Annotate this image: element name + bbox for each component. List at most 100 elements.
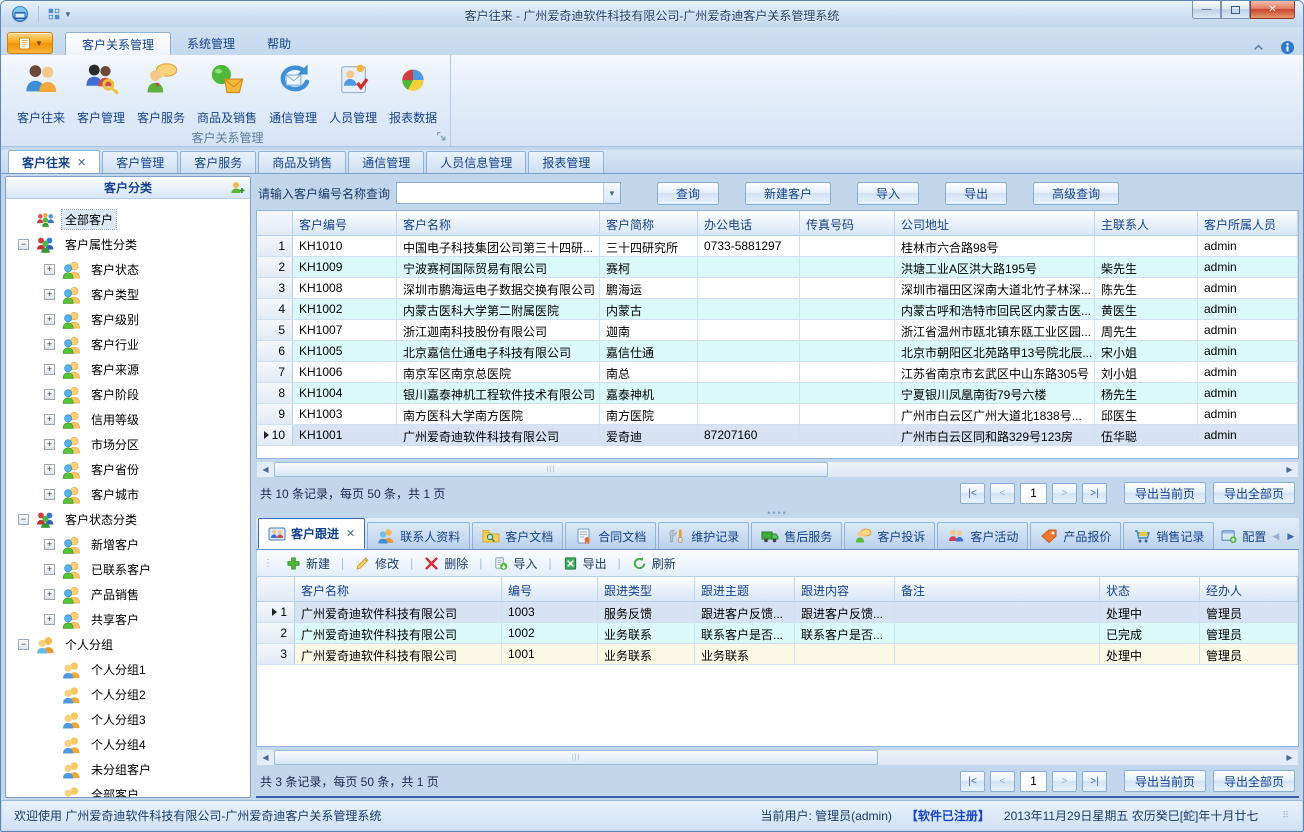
tree-node-客户级别[interactable]: +客户级别 — [14, 307, 248, 332]
expand-icon[interactable]: + — [44, 289, 55, 300]
tree-node-客户行业[interactable]: +客户行业 — [14, 332, 248, 357]
customer-grid-row-7[interactable]: 7KH1006南京军区南京总医院南总江苏省南京市玄武区中山东路305号刘小姐ad… — [257, 362, 1298, 383]
close-button[interactable]: ✕ — [1250, 1, 1295, 19]
query-button-查询[interactable]: 查询 — [657, 182, 719, 205]
export-all-pages-button[interactable]: 导出全部页 — [1213, 770, 1295, 792]
customer-grid-column-header-客户简称[interactable]: 客户简称 — [600, 211, 698, 235]
customer-grid-row-2[interactable]: 2KH1009宁波赛柯国际贸易有限公司赛柯洪塘工业A区洪大路195号柴先生adm… — [257, 257, 1298, 278]
tree-node-全部客户[interactable]: 全部客户 — [14, 207, 248, 232]
detail-tab-客户投诉[interactable]: 客户投诉 — [844, 522, 935, 549]
tree-node-客户类型[interactable]: +客户类型 — [14, 282, 248, 307]
customer-grid-scroll-thumb[interactable]: ||| — [274, 462, 828, 477]
customer-grid-row-1[interactable]: 1KH1010中国电子科技集团公司第三十四研...三十四研究所0733-5881… — [257, 236, 1298, 257]
export-all-pages-button[interactable]: 导出全部页 — [1213, 482, 1295, 504]
customer-grid-row-5[interactable]: 5KH1007浙江迦南科技股份有限公司迦南浙江省温州市瓯北镇东瓯工业区园...周… — [257, 320, 1298, 341]
customer-grid-row-3[interactable]: 3KH1008深圳市鹏海运电子数据交换有限公司鹏海运深圳市福田区深南大道北竹子林… — [257, 278, 1298, 299]
follow-grid-column-header-编号[interactable]: 编号 — [502, 577, 598, 601]
dialog-launcher-icon[interactable] — [436, 131, 447, 142]
customer-grid-row-8[interactable]: 8KH1004银川嘉泰神机工程软件技术有限公司嘉泰神机宁夏银川凤凰南街79号六楼… — [257, 383, 1298, 404]
close-tab-icon[interactable]: ✕ — [77, 156, 86, 169]
detail-tab-合同文档[interactable]: 合同文档 — [565, 522, 656, 549]
expand-icon[interactable]: + — [44, 464, 55, 475]
doc-tab-人员信息管理[interactable]: 人员信息管理 — [426, 151, 526, 173]
detail-tab-客户跟进[interactable]: 客户跟进✕ — [258, 518, 365, 549]
detail-tab-售后服务[interactable]: 售后服务 — [751, 522, 842, 549]
doc-tab-客户往来[interactable]: 客户往来✕ — [8, 150, 100, 173]
follow-grid-scroll-thumb[interactable]: ||| — [274, 750, 878, 765]
ribbon-button-客户服务[interactable]: 客户服务 — [131, 58, 191, 128]
customer-grid-scroll-track[interactable]: ||| — [274, 462, 1281, 477]
follow-grid-row-1[interactable]: 1广州爱奇迪软件科技有限公司1003服务反馈跟进客户反馈...跟进客户反馈...… — [257, 602, 1298, 623]
registered-link[interactable]: 【软件已注册】 — [906, 807, 990, 824]
export-current-page-button[interactable]: 导出当前页 — [1124, 482, 1206, 504]
collapse-ribbon-icon[interactable] — [1251, 40, 1266, 55]
expand-icon[interactable]: + — [44, 314, 55, 325]
resize-grip[interactable]: ⠿ — [1282, 810, 1290, 821]
customer-grid-column-header-公司地址[interactable]: 公司地址 — [895, 211, 1095, 235]
tree-node-个人分组[interactable]: −个人分组 — [14, 632, 248, 657]
tree-node-客户阶段[interactable]: +客户阶段 — [14, 382, 248, 407]
previous-page-button[interactable]: < — [990, 771, 1015, 792]
customer-grid-column-header-客户编号[interactable]: 客户编号 — [293, 211, 397, 235]
follow-grid-column-header-状态[interactable]: 状态 — [1100, 577, 1200, 601]
tree-node-客户状态[interactable]: +客户状态 — [14, 257, 248, 282]
tree-node-个人分组3[interactable]: 个人分组3 — [14, 707, 248, 732]
ribbon-tab-系统管理[interactable]: 系统管理 — [171, 32, 251, 55]
toolbar-button-删除[interactable]: 删除 — [420, 555, 472, 572]
minimize-button[interactable]: — — [1192, 1, 1221, 19]
customer-grid-column-header-客户所属人员[interactable]: 客户所属人员 — [1198, 211, 1298, 235]
scroll-left-icon[interactable]: ◀ — [257, 750, 274, 765]
doc-tab-客户服务[interactable]: 客户服务 — [180, 151, 256, 173]
detail-tab-维护记录[interactable]: 维护记录 — [658, 522, 749, 549]
expand-icon[interactable]: + — [44, 564, 55, 575]
customer-grid-column-header-主联系人[interactable]: 主联系人 — [1095, 211, 1198, 235]
tree-node-个人分组4[interactable]: 个人分组4 — [14, 732, 248, 757]
detail-tab-客户文档[interactable]: 客户文档 — [472, 522, 563, 549]
next-page-button[interactable]: > — [1052, 483, 1077, 504]
toolbar-button-导入[interactable]: 导入 — [489, 555, 541, 572]
tree-node-客户状态分类[interactable]: −客户状态分类 — [14, 507, 248, 532]
first-page-button[interactable]: |< — [960, 483, 985, 504]
application-menu-button[interactable]: ▼ — [7, 32, 53, 54]
last-page-button[interactable]: >| — [1082, 483, 1107, 504]
tree-node-客户城市[interactable]: +客户城市 — [14, 482, 248, 507]
next-page-button[interactable]: > — [1052, 771, 1077, 792]
toolbar-button-新建[interactable]: 新建 — [282, 555, 334, 572]
export-current-page-button[interactable]: 导出当前页 — [1124, 770, 1206, 792]
info-icon[interactable] — [1280, 40, 1295, 55]
doc-tab-通信管理[interactable]: 通信管理 — [348, 151, 424, 173]
ribbon-button-商品及销售[interactable]: 商品及销售 — [191, 58, 263, 128]
ribbon-tab-帮助[interactable]: 帮助 — [251, 32, 307, 55]
scroll-right-icon[interactable]: ▶ — [1281, 750, 1298, 765]
tree-node-未分组客户[interactable]: 未分组客户 — [14, 757, 248, 782]
ribbon-tab-客户关系管理[interactable]: 客户关系管理 — [65, 32, 171, 55]
query-button-新建客户[interactable]: 新建客户 — [745, 182, 831, 205]
tab-scroll-left-icon[interactable]: ◀ — [1270, 531, 1281, 542]
ribbon-button-客户往来[interactable]: 客户往来 — [11, 58, 71, 128]
tree-node-新增客户[interactable]: +新增客户 — [14, 532, 248, 557]
expand-icon[interactable]: + — [44, 389, 55, 400]
customer-grid-row-10[interactable]: 10KH1001广州爱奇迪软件科技有限公司爱奇迪87207160广州市白云区同和… — [257, 425, 1298, 446]
expand-icon[interactable]: + — [44, 489, 55, 500]
last-page-button[interactable]: >| — [1082, 771, 1107, 792]
detail-tab-产品报价[interactable]: 产品报价 — [1030, 522, 1121, 549]
expand-icon[interactable]: + — [44, 339, 55, 350]
expand-icon[interactable]: + — [44, 264, 55, 275]
follow-grid-column-header-跟进内容[interactable]: 跟进内容 — [795, 577, 895, 601]
panel-splitter[interactable]: •••• — [256, 508, 1299, 518]
tree-node-客户属性分类[interactable]: −客户属性分类 — [14, 232, 248, 257]
customer-search-input[interactable] — [397, 183, 603, 203]
doc-tab-商品及销售[interactable]: 商品及销售 — [258, 151, 346, 173]
follow-grid-scroll-track[interactable]: ||| — [274, 750, 1281, 765]
follow-grid-column-header-跟进类型[interactable]: 跟进类型 — [598, 577, 695, 601]
detail-tab-销售记录[interactable]: 销售记录 — [1123, 522, 1214, 549]
customer-grid-column-header-客户名称[interactable]: 客户名称 — [397, 211, 600, 235]
query-button-导出[interactable]: 导出 — [945, 182, 1007, 205]
previous-page-button[interactable]: < — [990, 483, 1015, 504]
collapse-icon[interactable]: − — [18, 239, 29, 250]
tree-node-已联系客户[interactable]: +已联系客户 — [14, 557, 248, 582]
tree-node-市场分区[interactable]: +市场分区 — [14, 432, 248, 457]
add-person-icon[interactable] — [229, 180, 245, 196]
configure-tabs-button[interactable]: 配置◀▶ — [1216, 528, 1298, 549]
tree-node-个人分组2[interactable]: 个人分组2 — [14, 682, 248, 707]
